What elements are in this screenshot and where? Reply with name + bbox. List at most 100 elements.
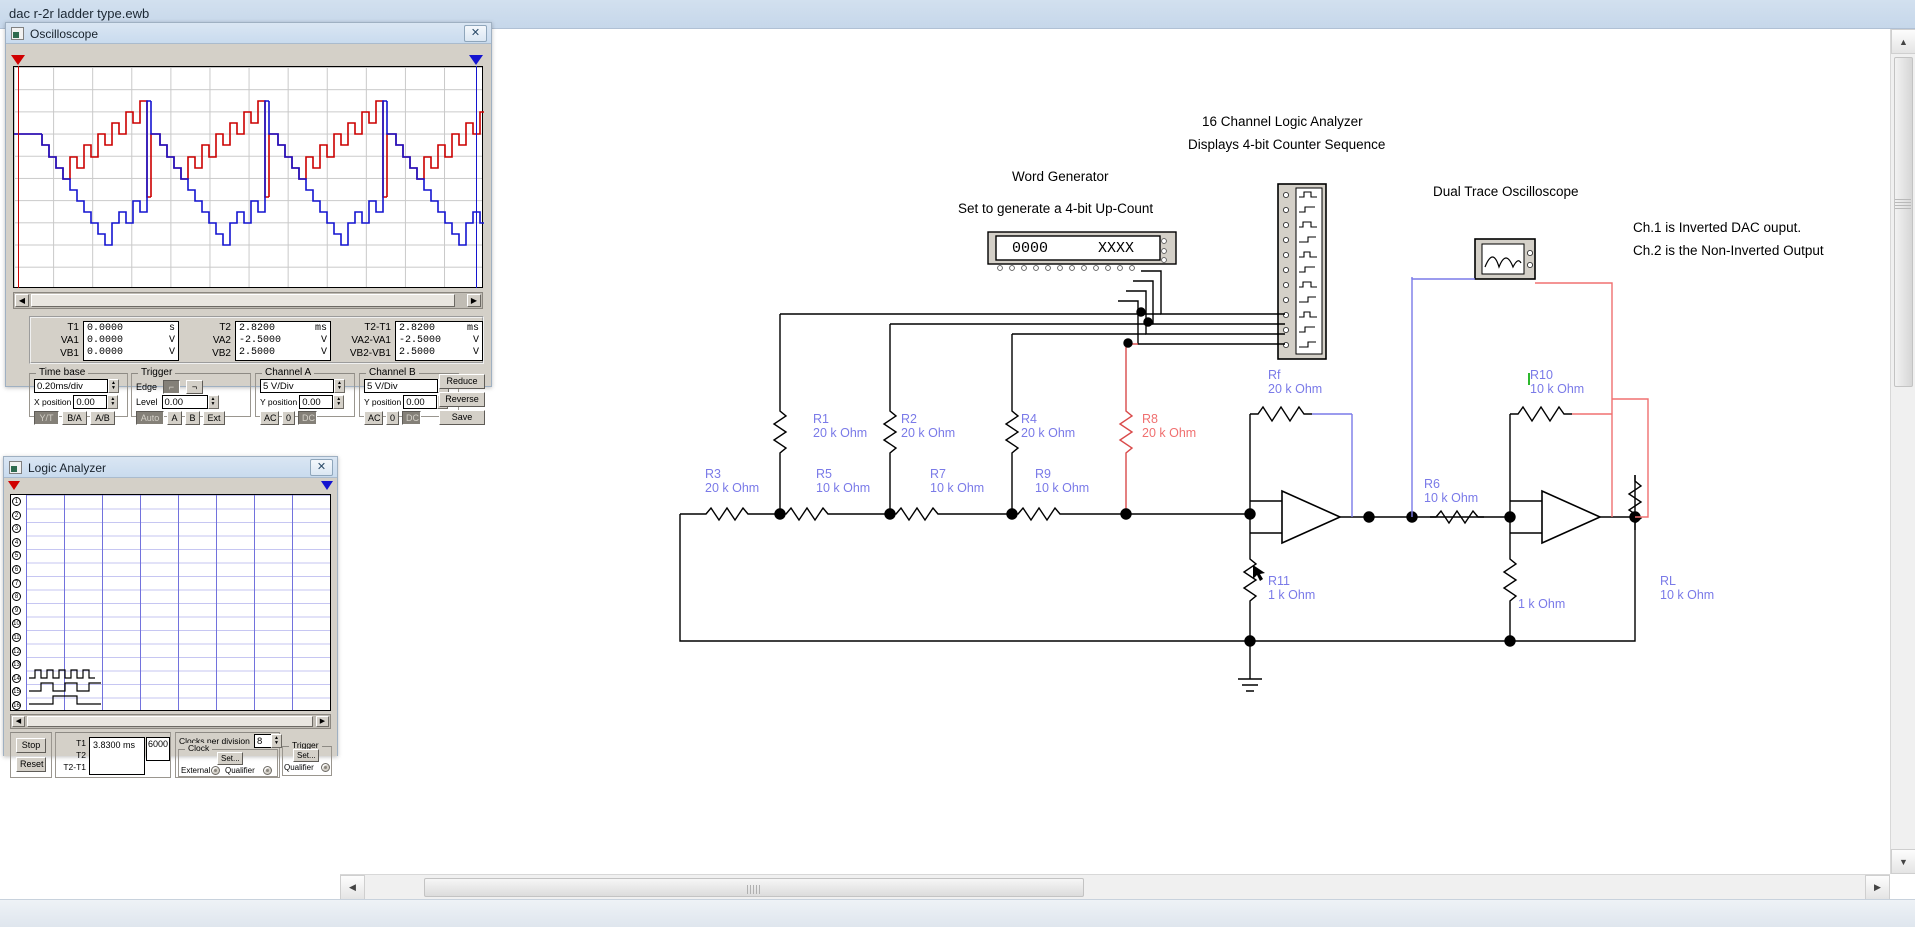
channel-a-coupling-ac[interactable]: AC <box>260 411 279 425</box>
la-scroll-right-button[interactable]: ▶ <box>316 716 329 727</box>
timebase-mode-yt[interactable]: Y/T <box>34 411 59 425</box>
la-scroll-left-button[interactable]: ◀ <box>12 716 25 727</box>
la-scroll-thumb[interactable] <box>27 716 313 727</box>
la-cursor-marker-1[interactable] <box>8 481 20 490</box>
la-channel[interactable]: 11 <box>12 632 21 642</box>
resistor-label-R10: R10 10 k Ohm <box>1530 368 1584 396</box>
readout-value-dt: 2.8200 <box>399 323 436 334</box>
readout-label-dt: T2-T1 <box>364 322 391 333</box>
la-channel[interactable]: 14 <box>12 673 21 683</box>
scope-cursor-line-1[interactable] <box>18 66 19 288</box>
readout-unit-va2: V <box>320 335 327 346</box>
timebase-scale-input[interactable]: 0.20ms/div <box>34 379 108 393</box>
channel-a-coupling-0[interactable]: 0 <box>282 411 295 425</box>
la-channel[interactable]: 8 <box>12 592 21 602</box>
channel-b-coupling-0[interactable]: 0 <box>386 411 399 425</box>
channel-b-coupling-ac[interactable]: AC <box>364 411 383 425</box>
la-external-label: External <box>181 766 211 775</box>
channel-a-scale-spinner[interactable]: ▲ ▼ <box>334 379 345 393</box>
scroll-right-button[interactable]: ▶ <box>1865 875 1890 900</box>
trigger-source-a[interactable]: A <box>167 411 182 425</box>
timebase-mode-ab[interactable]: A/B <box>90 411 115 425</box>
la-channel[interactable]: 12 <box>12 646 21 656</box>
trigger-level-input[interactable]: 0.00 <box>161 395 208 409</box>
readout-label-dvb: VB2-VB1 <box>349 348 391 359</box>
readout-label-vb1: VB1 <box>60 348 79 359</box>
timebase-scale-spinner[interactable]: ▲ ▼ <box>108 379 119 393</box>
oscilloscope-display[interactable] <box>13 66 484 288</box>
word-generator-value-left[interactable]: 0000 <box>1012 240 1048 257</box>
la-channel[interactable]: 13 <box>12 660 21 670</box>
la-clocks-per-division-spinner[interactable]: ▲ ▼ <box>271 734 282 748</box>
scope-cursor-line-2[interactable] <box>476 66 477 288</box>
scroll-down-button[interactable]: ▼ <box>1891 849 1915 874</box>
la-channel[interactable]: 5 <box>12 551 21 561</box>
reverse-button[interactable]: Reverse <box>439 392 485 407</box>
vertical-scroll-thumb[interactable] <box>1894 57 1913 387</box>
la-channel[interactable]: 15 <box>12 687 21 697</box>
scope-scroll-right-button[interactable]: ▶ <box>467 294 481 307</box>
channel-a-coupling-dc[interactable]: DC <box>298 411 317 425</box>
la-channel[interactable]: 4 <box>12 537 21 547</box>
la-channel[interactable]: 1 <box>12 497 21 506</box>
logic-analyzer-titlebar[interactable]: Logic Analyzer ✕ <box>4 457 337 478</box>
scroll-up-button[interactable]: ▲ <box>1891 29 1915 54</box>
scroll-left-button[interactable]: ◀ <box>340 875 365 900</box>
la-channel[interactable]: 2 <box>12 510 21 520</box>
channel-b-yposition-input[interactable]: 0.00 <box>403 395 438 409</box>
la-trigger-set-button[interactable]: Set... <box>293 749 319 762</box>
la-channel[interactable]: 10 <box>12 619 21 629</box>
timebase-mode-ba[interactable]: B/A <box>62 411 87 425</box>
word-generator-value-right[interactable]: XXXX <box>1098 240 1134 257</box>
la-clocks-per-division-input[interactable]: 8 <box>254 734 272 748</box>
logic-analyzer-close-button[interactable]: ✕ <box>310 459 333 476</box>
trigger-edge-falling-button[interactable]: ¬ <box>186 380 204 394</box>
oscilloscope-close-button[interactable]: ✕ <box>464 25 487 42</box>
readout-group-cursor2: T2 VA2 VB2 2.8200 ms -2.5000 V 2.5000 V <box>191 321 331 361</box>
la-cursor-marker-2[interactable] <box>321 481 333 490</box>
vertical-scroll-grip <box>1895 199 1911 211</box>
la-channel[interactable]: 7 <box>12 578 21 588</box>
la-reset-button[interactable]: Reset <box>16 757 46 772</box>
oscilloscope-hscrollbar[interactable]: ◀ ▶ <box>13 292 483 309</box>
la-channel[interactable]: 9 <box>12 605 21 615</box>
channel-b-coupling-dc[interactable]: DC <box>402 411 421 425</box>
la-channel[interactable]: 6 <box>12 564 21 574</box>
trigger-source-auto[interactable]: Auto <box>136 411 164 425</box>
resistor-value: 10 k Ohm <box>1530 382 1585 396</box>
logic-analyzer-hscrollbar[interactable]: ◀ ▶ <box>10 714 331 729</box>
channel-b-scale-input[interactable]: 5 V/Div <box>364 379 438 393</box>
trigger-source-b[interactable]: B <box>185 411 200 425</box>
readout-label-va2: VA2 <box>212 335 231 346</box>
channel-a-yposition-input[interactable]: 0.00 <box>299 395 334 409</box>
horizontal-scroll-thumb[interactable] <box>424 878 1084 897</box>
la-trigger-qualifier-radio[interactable] <box>321 763 330 772</box>
scope-scroll-left-button[interactable]: ◀ <box>15 294 29 307</box>
scope-cursor-marker-2[interactable] <box>469 55 483 65</box>
logic-analyzer-display[interactable]: 1 2 3 4 5 6 7 8 9 10 11 12 13 14 15 16 <box>10 494 331 711</box>
la-channel[interactable]: 16 <box>12 700 21 710</box>
trigger-level-spinner[interactable]: ▲ ▼ <box>207 395 219 409</box>
workspace-vertical-scrollbar[interactable]: ▲ ▼ <box>1890 29 1915 874</box>
oscilloscope-window[interactable]: Oscilloscope ✕ ◀ ▶ T1 VA1 VB1 0.0000 s 0… <box>5 22 492 425</box>
la-stop-button[interactable]: Stop <box>16 738 46 753</box>
la-qualifier-radio[interactable] <box>263 766 272 775</box>
workspace-horizontal-scrollbar[interactable]: ◀ ▶ <box>340 874 1890 900</box>
oscilloscope-titlebar[interactable]: Oscilloscope ✕ <box>6 23 491 44</box>
timebase-xposition-spinner[interactable]: ▲ ▼ <box>107 395 119 409</box>
save-button[interactable]: Save <box>439 410 485 425</box>
channel-a-scale-input[interactable]: 5 V/Div <box>260 379 334 393</box>
readout-labels-1: T1 VA1 VB1 <box>39 321 79 360</box>
scope-scroll-thumb[interactable] <box>31 294 455 307</box>
la-channel[interactable]: 3 <box>12 524 21 534</box>
trigger-edge-rising-button[interactable]: ⌐ <box>163 380 181 394</box>
logic-analyzer-window[interactable]: Logic Analyzer ✕ 1 2 3 4 5 6 7 8 9 10 11… <box>3 456 338 778</box>
la-clock-set-button[interactable]: Set... <box>217 752 243 765</box>
la-external-radio[interactable] <box>211 766 220 775</box>
scope-cursor-marker-1[interactable] <box>11 55 25 65</box>
channel-a-yposition-spinner[interactable]: ▲ ▼ <box>333 395 345 409</box>
trigger-source-ext[interactable]: Ext <box>203 411 225 425</box>
reduce-button[interactable]: Reduce <box>439 374 485 389</box>
resistor-value: 10 k Ohm <box>930 481 985 495</box>
timebase-xposition-input[interactable]: 0.00 <box>73 395 108 409</box>
